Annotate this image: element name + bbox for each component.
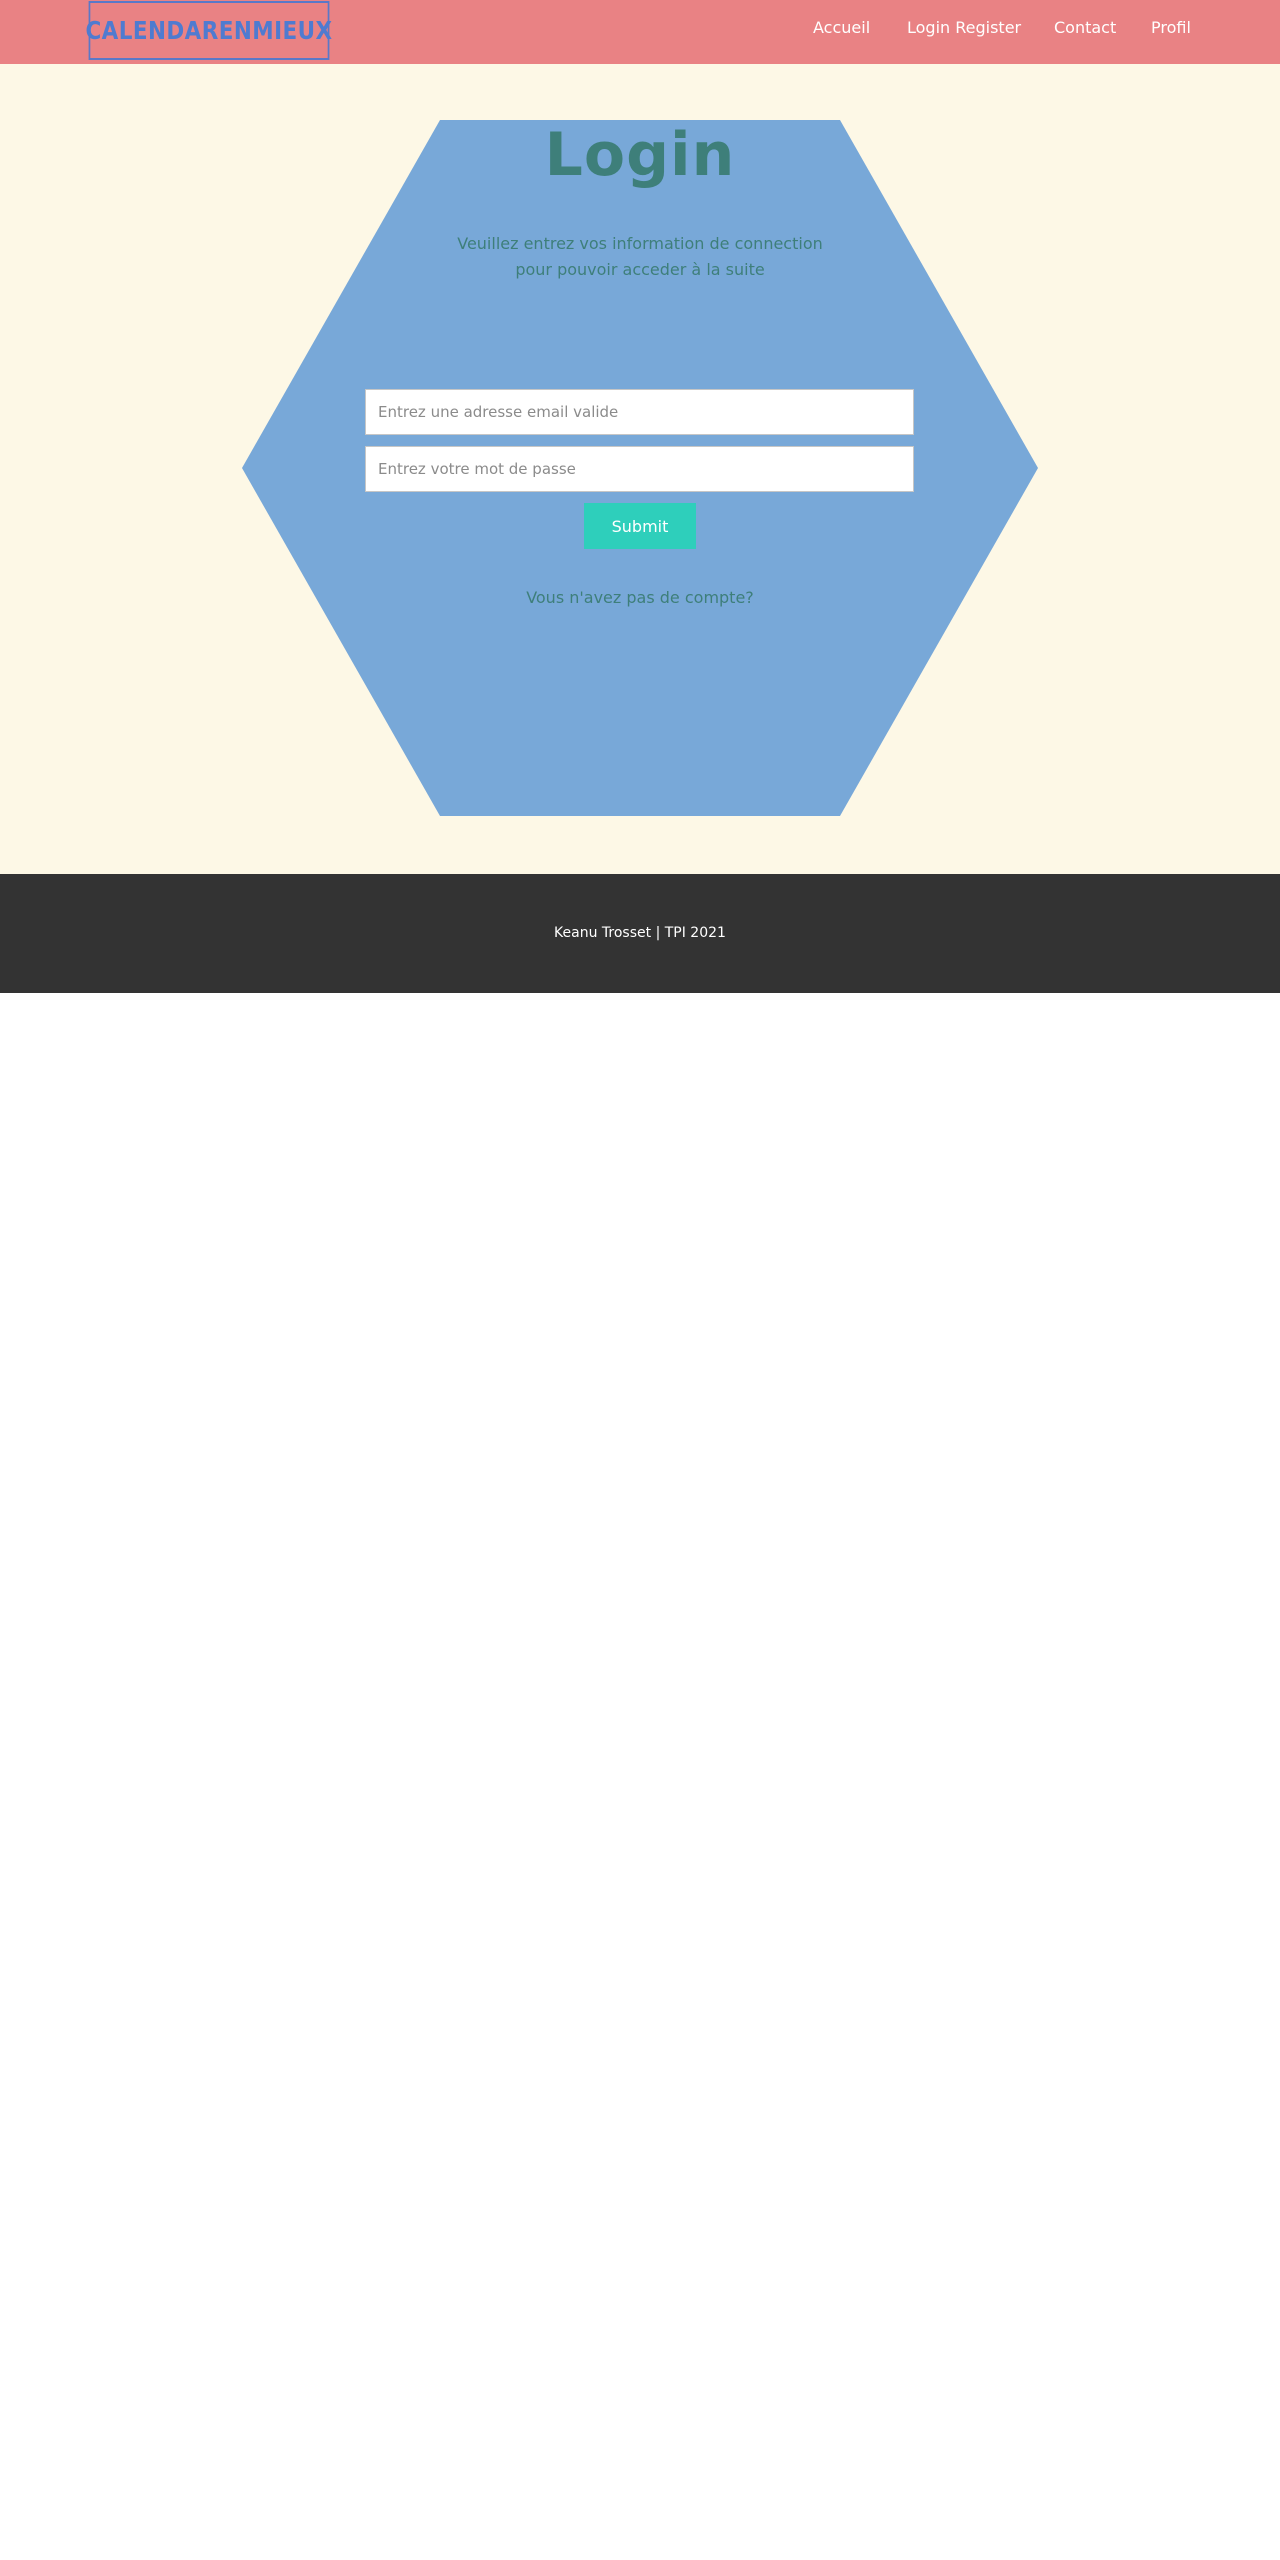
submit-button[interactable]: Submit (584, 503, 696, 549)
page-title: Login (544, 120, 736, 190)
footer: Keanu Trosset | TPI 2021 (0, 874, 1280, 993)
email-input[interactable] (365, 389, 914, 435)
nav-link-contact[interactable]: Contact (1054, 18, 1116, 37)
top-navbar: CALENDARENMIEUX Accueil Login Register C… (0, 0, 1280, 64)
nav-link-profil[interactable]: Profil (1151, 18, 1191, 37)
nav-link-login-register[interactable]: Login Register (907, 18, 1021, 37)
footer-credit: Keanu Trosset | TPI 2021 (554, 925, 726, 941)
no-account-link[interactable]: Vous n'avez pas de compte? (526, 588, 754, 607)
password-input[interactable] (365, 446, 914, 492)
login-instructions: Veuillez entrez vos information de conne… (457, 234, 823, 279)
nav-link-accueil[interactable]: Accueil (813, 18, 870, 37)
site-logo[interactable]: CALENDARENMIEUX (85, 1, 332, 60)
signup-link-container: Vous n'avez pas de compte? (0, 588, 1280, 607)
